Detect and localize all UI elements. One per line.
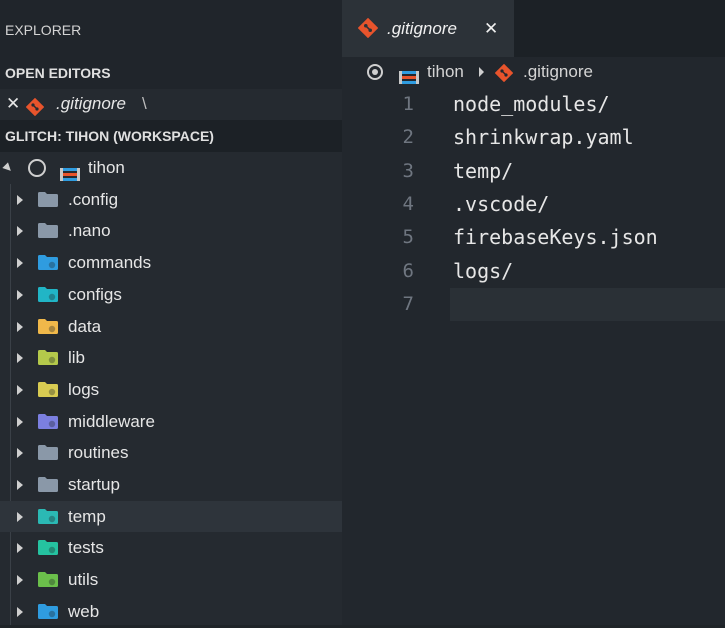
chevron-right-icon	[479, 67, 484, 77]
line-number: 3	[402, 159, 414, 182]
folder-config-icon	[38, 286, 58, 302]
folder-icon	[38, 445, 58, 461]
circle-icon	[28, 159, 46, 177]
folder-utils-icon	[38, 572, 58, 588]
radio-icon	[367, 64, 383, 80]
line-number: 5	[402, 226, 414, 249]
tree-item-data[interactable]: data	[0, 311, 342, 343]
folder-web-icon	[38, 603, 58, 619]
code-line[interactable]: 6 logs/	[342, 255, 725, 288]
line-number: 7	[402, 292, 414, 315]
code-line[interactable]: 5 firebaseKeys.json	[342, 221, 725, 254]
folder-icon	[38, 191, 58, 207]
tree-item-logs[interactable]: logs	[0, 374, 342, 406]
tree-item-label: lib	[68, 348, 86, 368]
line-number: 6	[402, 259, 414, 282]
line-text[interactable]: shrinkwrap.yaml	[453, 121, 634, 154]
close-icon[interactable]: ✕	[6, 88, 20, 120]
tree-item-label: commands	[68, 253, 152, 273]
breadcrumb-item-gitignore[interactable]: .gitignore	[523, 57, 593, 87]
tree-item-tests[interactable]: tests	[0, 532, 342, 564]
tree-item-temp[interactable]: temp	[0, 500, 342, 533]
line-text[interactable]: .vscode/	[453, 188, 549, 221]
tree-item-label: logs	[68, 379, 100, 399]
tree-root-tihon[interactable]: tihon	[0, 152, 342, 184]
tree-item-routines[interactable]: routines	[0, 437, 342, 469]
folder-test-icon	[38, 540, 58, 556]
line-text[interactable]: logs/	[453, 255, 513, 288]
tree-item-label: web	[68, 601, 100, 621]
open-editor-gitignore[interactable]: ✕ .gitignore \	[0, 88, 342, 120]
line-number: 2	[402, 126, 414, 149]
folder-log-icon	[38, 381, 58, 397]
tree-item-label: configs	[68, 284, 122, 304]
code-line[interactable]: 1 node_modules/	[342, 88, 725, 121]
tree-item-label: temp	[68, 506, 106, 526]
editor-area: .gitignore ✕ tihon .gitignore 1 node_modu…	[342, 0, 725, 625]
code-line[interactable]: 2 shrinkwrap.yaml	[342, 121, 725, 154]
tree-root-label: tihon	[88, 158, 125, 177]
folder-icon	[38, 477, 58, 492]
tree-item-configs[interactable]: configs	[0, 279, 342, 311]
code-line[interactable]: 3 temp/	[342, 155, 725, 188]
tab-close-icon[interactable]: ✕	[484, 19, 498, 39]
open-editor-path: \	[142, 94, 147, 113]
line-number: 4	[402, 192, 414, 215]
folder-database-icon	[38, 318, 58, 334]
tree-item-label: middleware	[68, 411, 155, 431]
expanded-arrow-icon[interactable]	[2, 162, 14, 174]
line-number: 1	[402, 93, 414, 115]
tree-item-middleware[interactable]: middleware	[0, 406, 342, 438]
tree-item-label: tests	[68, 538, 104, 558]
breadcrumb-item-tihon[interactable]: tihon	[427, 57, 464, 87]
tree-item-dot-config[interactable]: .config	[0, 184, 342, 216]
tree-item-startup[interactable]: startup	[0, 469, 342, 501]
explorer-title: EXPLORER	[0, 0, 342, 60]
line-text[interactable]: firebaseKeys.json	[453, 221, 658, 254]
tree-item-label: startup	[68, 475, 120, 494]
open-editor-name: .gitignore	[56, 94, 126, 113]
workspace-header[interactable]: GLITCH: TIHON (WORKSPACE)	[0, 120, 342, 152]
code-line[interactable]: 4 .vscode/	[342, 188, 725, 221]
folder-lib-icon	[38, 350, 58, 366]
tree-item-label: data	[68, 316, 102, 336]
tree-item-lib[interactable]: lib	[0, 342, 342, 374]
folder-temp-icon	[38, 508, 58, 524]
tab-gitignore[interactable]: .gitignore ✕	[342, 0, 514, 57]
tree-item-label: utils	[68, 570, 99, 590]
breadcrumb: tihon .gitignore	[342, 57, 725, 87]
tree-item-label: .nano	[68, 221, 111, 241]
tree-item-label: .config	[68, 189, 119, 209]
line-text[interactable]: node_modules/	[453, 88, 610, 121]
tree-item-web[interactable]: web	[0, 596, 342, 628]
open-editors-header[interactable]: OPEN EDITORS	[0, 57, 342, 89]
folder-icon	[38, 223, 58, 239]
explorer-sidebar: EXPLORER OPEN EDITORS ✕ .gitignore \ GLI…	[0, 0, 342, 625]
tab-label: .gitignore	[387, 19, 457, 38]
tab-bar: .gitignore ✕	[342, 0, 725, 57]
code-line[interactable]: 7	[342, 287, 725, 322]
vscode-window: EXPLORER OPEN EDITORS ✕ .gitignore \ GLI…	[0, 0, 725, 625]
folder-commands-icon	[38, 255, 58, 271]
folder-middleware-icon	[38, 413, 58, 429]
tree-item-label: routines	[68, 443, 129, 463]
git-icon	[357, 17, 379, 43]
tree-item-commands[interactable]: commands	[0, 247, 342, 279]
tree-item-utils[interactable]: utils	[0, 564, 342, 596]
line-text[interactable]: temp/	[453, 155, 513, 188]
tree-item-dot-nano[interactable]: .nano	[0, 215, 342, 247]
